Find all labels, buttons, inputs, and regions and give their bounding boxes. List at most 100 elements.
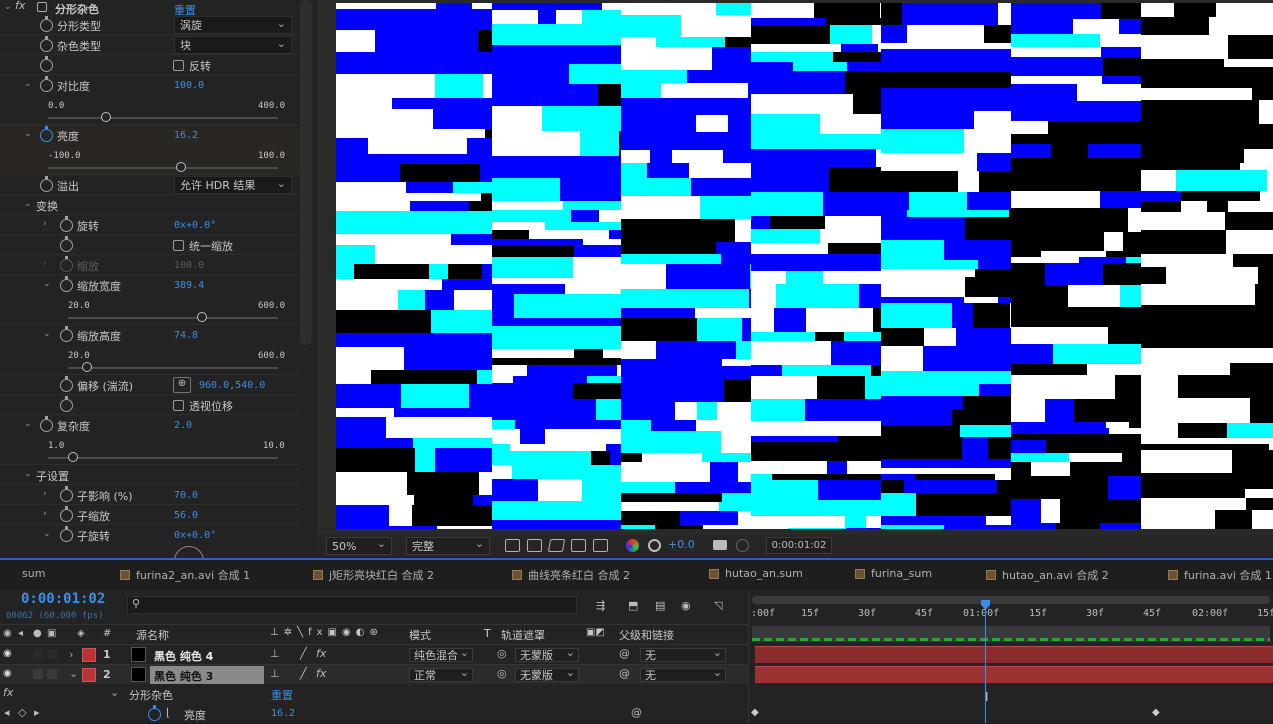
mode-header[interactable]: 模式	[409, 627, 431, 643]
scale-width-value[interactable]: 389.4	[174, 280, 204, 291]
tab-6[interactable]: hutao_an.avi 合成 2	[986, 567, 1109, 583]
expand-arrow-icon[interactable]: ⌄	[43, 279, 51, 289]
expand-arrow-icon[interactable]: ⌄	[4, 2, 12, 12]
fx-icon[interactable]: fx	[15, 0, 25, 12]
tab-0[interactable]: sum	[22, 567, 45, 580]
scale-height-value[interactable]: 74.8	[174, 330, 198, 341]
stopwatch-icon[interactable]	[60, 486, 73, 502]
shy-switch-icon[interactable]: ⊥	[270, 647, 280, 660]
lock-box[interactable]	[47, 669, 57, 679]
motion-blur-icon[interactable]: ◉	[681, 599, 691, 612]
crosshair-icon[interactable]: ⊕	[173, 377, 191, 393]
stopwatch-icon[interactable]	[40, 56, 53, 72]
slider-handle[interactable]	[176, 162, 187, 172]
tab-4[interactable]: hutao_an.sum	[709, 567, 803, 580]
track-matte-header[interactable]: 轨道遮罩	[501, 627, 545, 643]
tab-7[interactable]: furina.avi 合成 1	[1168, 567, 1272, 583]
label-color[interactable]	[82, 648, 96, 662]
expand-arrow-icon[interactable]: ⌄	[43, 329, 51, 339]
work-area-bar[interactable]	[752, 596, 1270, 604]
viewer-timecode[interactable]: 0:00:01:02	[766, 537, 832, 554]
solo-box[interactable]	[33, 669, 43, 679]
property-value[interactable]: 16.2	[271, 708, 295, 719]
grid-icon[interactable]	[593, 539, 608, 552]
slider-track[interactable]	[48, 117, 278, 119]
property-row[interactable]: ◂ ◇ ▸ ⌊ 亮度 16.2 @	[0, 704, 748, 724]
fractal-type-dropdown[interactable]: 涡旋	[174, 16, 292, 34]
exposure-reset-icon[interactable]	[648, 539, 661, 552]
prev-keyframe-icon[interactable]: ◂	[4, 706, 10, 719]
stopwatch-icon[interactable]	[40, 176, 53, 192]
invert-checkbox[interactable]	[173, 60, 184, 71]
layer-name[interactable]: 黑色 纯色 3	[154, 668, 213, 684]
slider-handle[interactable]	[197, 312, 208, 322]
keyframe-diamond[interactable]: ◆	[751, 707, 759, 718]
rotation-value[interactable]: 0x+0.0°	[174, 220, 216, 231]
quality-switch-icon[interactable]: ╱	[300, 667, 307, 680]
stopwatch-icon[interactable]	[148, 705, 161, 721]
rotation-dial-icon[interactable]	[174, 546, 204, 558]
quality-switch-icon[interactable]: ╱	[300, 647, 307, 660]
uniform-scale-checkbox[interactable]	[173, 240, 184, 251]
layer-row-2[interactable]: ◉ ⌄ 2 黑色 纯色 3 ⊥ ╱ fx 正常 ◎ 无蒙版 @ 无	[0, 664, 748, 684]
stopwatch-icon[interactable]	[60, 276, 73, 292]
slider-track[interactable]	[48, 457, 278, 459]
stopwatch-icon[interactable]	[40, 36, 53, 52]
graph-editor-icon[interactable]: ◹	[714, 599, 722, 612]
collapse-arrow-icon[interactable]: ⌄	[69, 667, 78, 680]
expand-arrow-icon[interactable]: ⌄	[24, 469, 32, 479]
safe-zone-icon[interactable]	[571, 539, 586, 552]
slider-handle[interactable]	[68, 452, 79, 462]
eye-icon[interactable]: ◉	[3, 648, 12, 659]
next-keyframe-icon[interactable]: ▸	[34, 706, 40, 719]
brightness-value[interactable]: 16.2	[174, 130, 198, 141]
lock-box[interactable]	[47, 649, 57, 659]
group-transform[interactable]: ⌄ 变换	[0, 195, 300, 215]
effects-scrollbar[interactable]	[300, 0, 312, 345]
solo-box[interactable]	[33, 649, 43, 659]
perspective-checkbox[interactable]	[173, 400, 184, 411]
collapse-arrow-icon[interactable]: ⌄	[110, 686, 119, 699]
resolution-dropdown[interactable]: 完整	[406, 537, 490, 555]
sub-scale-value[interactable]: 56.0	[174, 510, 198, 521]
label-color[interactable]	[82, 668, 96, 682]
expand-arrow-icon[interactable]: ⌄	[43, 529, 51, 539]
source-name-header[interactable]: 源名称	[136, 627, 169, 643]
matte-link-icon[interactable]: ◎	[497, 667, 507, 680]
exposure-value[interactable]: +0.0	[668, 538, 695, 551]
matte-link-icon[interactable]: ◎	[497, 647, 507, 660]
reset-link[interactable]: 重置	[271, 687, 293, 703]
stopwatch-icon[interactable]	[40, 126, 53, 142]
tab-1[interactable]: furina2_an.avi 合成 1	[120, 567, 250, 583]
snapshot-region-icon[interactable]	[505, 539, 520, 552]
add-keyframe-icon[interactable]: ◇	[18, 706, 26, 719]
expand-arrow-icon[interactable]: ⌄	[24, 199, 32, 209]
stopwatch-icon[interactable]	[60, 216, 73, 232]
offset-value[interactable]: 960.0,540.0	[199, 380, 265, 391]
sub-influence-value[interactable]: 70.0	[174, 490, 198, 501]
expand-arrow-icon[interactable]: ⌄	[24, 79, 32, 89]
stopwatch-icon[interactable]	[40, 16, 53, 32]
track-matte-dropdown[interactable]: 无蒙版	[515, 646, 579, 662]
stopwatch-icon[interactable]	[60, 236, 73, 252]
expand-arrow-icon[interactable]: ›	[69, 648, 73, 661]
stopwatch-icon[interactable]	[60, 526, 73, 542]
parent-dropdown[interactable]: 无	[640, 646, 726, 662]
contrast-value[interactable]: 100.0	[174, 80, 204, 91]
composition-canvas[interactable]	[336, 3, 1273, 529]
expand-arrow-icon[interactable]: ›	[43, 219, 47, 229]
layer-bar-1[interactable]	[755, 646, 1273, 663]
tab-5[interactable]: furina_sum	[855, 567, 932, 580]
slider-track[interactable]	[68, 317, 278, 319]
slider-track[interactable]	[68, 367, 278, 369]
expand-arrow-icon[interactable]: ⌄	[24, 129, 32, 139]
eye-icon[interactable]: ◉	[3, 668, 12, 679]
stopwatch-icon[interactable]	[60, 326, 73, 342]
expand-arrow-icon[interactable]: ›	[43, 489, 47, 499]
playhead[interactable]	[985, 600, 987, 723]
fx-switch-icon[interactable]: fx	[316, 667, 326, 680]
parent-dropdown[interactable]: 无	[640, 666, 726, 682]
overflow-dropdown[interactable]: 允许 HDR 结果	[174, 176, 292, 194]
stopwatch-icon[interactable]	[60, 396, 73, 412]
keyframe-diamond[interactable]: ◆	[1152, 707, 1160, 718]
